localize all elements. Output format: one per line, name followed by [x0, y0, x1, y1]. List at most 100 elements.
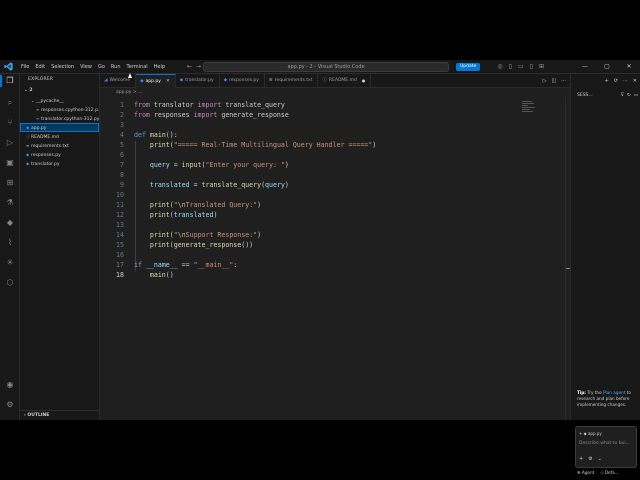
- run-python-icon[interactable]: ▷: [543, 74, 547, 88]
- menu-item-help[interactable]: Help: [151, 60, 168, 74]
- minimize-icon[interactable]: —: [574, 60, 596, 74]
- ai-toolkit-icon[interactable]: ⌇: [5, 238, 15, 248]
- filter-icon[interactable]: ⊽: [621, 90, 624, 102]
- history-icon[interactable]: ⟳: [614, 74, 618, 88]
- agent-mode-select[interactable]: ⊕ Agent: [577, 470, 594, 475]
- tab-requirements-txt[interactable]: ≡ requirements.txt: [265, 74, 319, 88]
- spark-icon[interactable]: ✳: [5, 258, 15, 268]
- unsaved-dot-icon[interactable]: ●: [362, 74, 366, 88]
- tab-readme-md[interactable]: ⓘ README.md ●: [318, 74, 372, 88]
- toggle-sidebar-icon[interactable]: ▯: [509, 60, 512, 74]
- code-token: ():: [165, 131, 178, 139]
- tree-item[interactable]: ≡ requirements.txt: [20, 141, 99, 150]
- close-tab-icon[interactable]: ✕: [166, 75, 170, 89]
- line-number: 11: [116, 201, 124, 209]
- tab-app-py[interactable]: ◆ app.py ✕: [136, 74, 176, 88]
- split-editor-icon[interactable]: ◫: [551, 74, 556, 88]
- new-chat-icon[interactable]: +: [605, 74, 609, 88]
- attach-icon[interactable]: +: [579, 456, 583, 462]
- refresh-icon[interactable]: ↻: [627, 90, 631, 102]
- tree-item-label: __pycache__: [36, 99, 64, 104]
- tools-icon[interactable]: ⚙: [588, 456, 592, 462]
- code-token: "===== Real-Time Multilingual Query Hand…: [173, 141, 373, 149]
- code-token: ()): [241, 241, 254, 249]
- tree-item[interactable]: ≡ translator.cpython-312.pyc: [20, 114, 99, 123]
- explorer-icon[interactable]: ❐: [5, 76, 15, 86]
- chat-placeholder[interactable]: Describe what to bui...: [579, 441, 630, 446]
- code-token: =: [169, 161, 182, 169]
- extensions-icon[interactable]: ⊞: [5, 178, 15, 188]
- code-token: Support Response:": [185, 231, 258, 239]
- run-debug-icon[interactable]: ▷: [5, 138, 15, 148]
- close-panel-icon[interactable]: ✕: [633, 74, 637, 88]
- source-control-icon[interactable]: ⑂: [5, 118, 15, 128]
- search-icon[interactable]: ⌕: [5, 98, 15, 108]
- explorer-sidebar: EXPLORER ⌄ 2 ⌄ __pycache__ ≡ responses.cpyt…: [20, 74, 100, 420]
- tree-item[interactable]: ⓘREADME.md: [20, 132, 99, 141]
- command-center[interactable]: app.py - 2 - Visual Studio Code: [203, 62, 449, 72]
- code-token: :: [233, 261, 238, 269]
- info-icon: ⓘ: [322, 78, 327, 83]
- testing-icon[interactable]: ⚗: [5, 198, 15, 208]
- line-number: 17: [116, 261, 124, 269]
- close-window-icon[interactable]: ✕: [618, 60, 640, 74]
- code-token: __name__: [145, 261, 178, 269]
- more-chat-icon[interactable]: ···: [623, 74, 628, 88]
- menu-item-run[interactable]: Run: [108, 60, 124, 74]
- menu-item-file[interactable]: File: [18, 60, 32, 74]
- remote-explorer-icon[interactable]: ▣: [5, 158, 15, 168]
- tab-label: Welcome: [109, 78, 131, 83]
- line-number: 12: [116, 211, 124, 219]
- editor-tabs: ◢ Welcome ◆ app.py ✕ ◆ translator.py ◆ responses…: [100, 74, 570, 88]
- chat-input-box[interactable]: + ◆ app.py Describe what to bui... + ⚙ ⌄: [575, 426, 637, 468]
- outline-section[interactable]: › OUTLINE: [20, 410, 100, 420]
- collapse-icon[interactable]: ▭: [634, 90, 638, 102]
- toggle-secondary-sidebar-icon[interactable]: ▯: [530, 60, 533, 74]
- account-icon[interactable]: ◉: [5, 380, 15, 390]
- code-editor[interactable]: 1 from translator import translate_query 2…: [100, 97, 570, 420]
- python-icon[interactable]: ◆: [5, 218, 15, 228]
- toggle-panel-icon[interactable]: ▭: [518, 60, 524, 74]
- tree-item[interactable]: ◆ translator.py: [20, 159, 99, 168]
- code-token: import: [193, 111, 218, 119]
- folder-name: 2: [29, 88, 33, 93]
- code-token: responses: [149, 111, 194, 119]
- nav-forward-icon[interactable]: →: [196, 60, 201, 74]
- tree-item[interactable]: ≡ responses.cpython-312.p...: [20, 105, 99, 114]
- code-token: (): [165, 271, 174, 279]
- nav-back-icon[interactable]: ←: [187, 60, 192, 74]
- code-token: translate_query: [201, 181, 262, 189]
- code-text: main(): [134, 270, 174, 280]
- tab-label: requirements.txt: [274, 78, 313, 83]
- menu-item-go[interactable]: Go: [95, 60, 108, 74]
- manage-gear-icon[interactable]: ⚙: [5, 400, 15, 410]
- dropdown-icon[interactable]: ⌄: [598, 456, 602, 462]
- nav-arrows: ← →: [187, 60, 201, 74]
- tab-translator-py[interactable]: ◆ translator.py: [176, 74, 220, 88]
- context-chip[interactable]: + ◆ app.py: [579, 430, 602, 437]
- breadcrumb[interactable]: app.py > ...: [100, 88, 570, 97]
- tab-responses-py[interactable]: ◆ responses.py: [220, 74, 265, 88]
- tree-item[interactable]: ◆ responses.py: [20, 150, 99, 159]
- model-select[interactable]: ◇ Defa...: [600, 470, 618, 475]
- tree-item[interactable]: ◆ app.py: [20, 123, 99, 132]
- line-number: 1: [120, 101, 124, 109]
- menu-item-terminal[interactable]: Terminal: [124, 60, 151, 74]
- workspace-folder[interactable]: ⌄ 2: [20, 86, 99, 96]
- update-button[interactable]: Update: [456, 63, 481, 71]
- more-editor-actions-icon[interactable]: ···: [561, 74, 566, 88]
- menu-item-selection[interactable]: Selection: [48, 60, 77, 74]
- containers-icon[interactable]: ⬡: [5, 278, 15, 288]
- tree-item[interactable]: ⌄ __pycache__: [20, 96, 99, 105]
- copilot-icon[interactable]: ◎: [497, 60, 502, 74]
- customize-layout-icon[interactable]: ⊞: [539, 60, 544, 74]
- menu-item-view[interactable]: View: [77, 60, 95, 74]
- minimap[interactable]: [522, 101, 536, 117]
- line-number: 8: [120, 171, 124, 179]
- plan-agent-link[interactable]: Plan agent: [603, 390, 625, 395]
- line-number: 9: [120, 181, 124, 189]
- maximize-icon[interactable]: ▢: [596, 60, 618, 74]
- menu-item-edit[interactable]: Edit: [32, 60, 48, 74]
